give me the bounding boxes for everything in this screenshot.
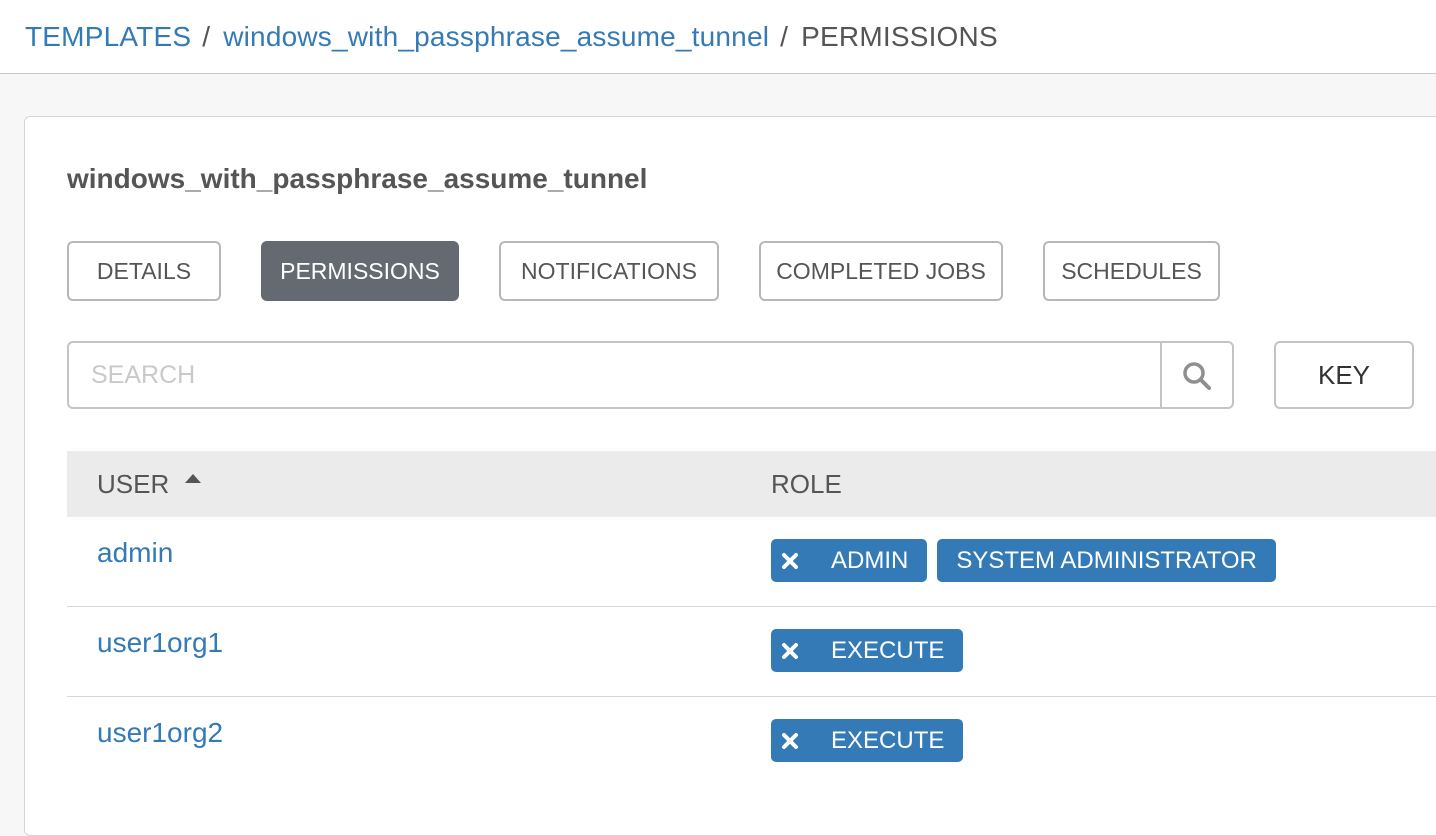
breadcrumb-templates-link[interactable]: TEMPLATES — [25, 21, 191, 52]
role-chip: SYSTEM ADMINISTRATOR — [937, 539, 1276, 582]
role-label: SYSTEM ADMINISTRATOR — [956, 546, 1257, 574]
breadcrumb-template-link[interactable]: windows_with_passphrase_assume_tunnel — [223, 21, 769, 52]
breadcrumb-current: PERMISSIONS — [801, 21, 998, 52]
breadcrumb: TEMPLATES / windows_with_passphrase_assume… — [25, 20, 998, 54]
remove-role-icon[interactable] — [781, 552, 799, 570]
top-bar: TEMPLATES / windows_with_passphrase_assume… — [0, 0, 1436, 74]
tab-schedules[interactable]: SCHEDULES — [1043, 241, 1220, 301]
panel-title: windows_with_passphrase_assume_tunnel — [67, 163, 648, 194]
user-link[interactable]: user1org2 — [97, 717, 223, 749]
role-list: EXECUTE — [771, 629, 964, 672]
key-button[interactable]: KEY — [1274, 341, 1414, 409]
breadcrumb-separator: / — [202, 21, 211, 52]
sort-ascending-icon — [185, 474, 202, 483]
search-input[interactable] — [91, 343, 1131, 407]
remove-role-icon[interactable] — [781, 732, 799, 750]
tab-completed-jobs[interactable]: COMPLETED JOBS — [759, 241, 1003, 301]
role-column-header: ROLE — [771, 469, 842, 499]
role-label: ADMIN — [831, 546, 909, 574]
tab-notifications[interactable]: NOTIFICATIONS — [499, 241, 719, 301]
role-label: EXECUTE — [831, 726, 945, 754]
search-icon — [1183, 362, 1211, 390]
role-chip: ADMIN — [771, 539, 928, 582]
search-button[interactable] — [1160, 343, 1232, 407]
user-column-label: USER — [97, 469, 170, 499]
table-row: user1org2 EXECUTE — [67, 697, 1436, 787]
table-header: USER ROLE — [67, 451, 1436, 517]
table-row: admin ADMIN SYSTEM ADMINISTRATOR — [67, 517, 1436, 607]
breadcrumb-separator: / — [780, 21, 789, 52]
role-chip: EXECUTE — [771, 629, 964, 672]
user-link[interactable]: admin — [97, 537, 173, 569]
user-link[interactable]: user1org1 — [97, 627, 223, 659]
role-label: EXECUTE — [831, 636, 945, 664]
template-panel: windows_with_passphrase_assume_tunnel DE… — [24, 116, 1436, 836]
user-column-header[interactable]: USER — [97, 451, 202, 517]
role-list: EXECUTE — [771, 719, 964, 762]
role-list: ADMIN SYSTEM ADMINISTRATOR — [771, 539, 1276, 582]
search-box — [67, 341, 1234, 409]
tab-details[interactable]: DETAILS — [67, 241, 221, 301]
table-row: user1org1 EXECUTE — [67, 607, 1436, 697]
role-chip: EXECUTE — [771, 719, 964, 762]
tab-permissions[interactable]: PERMISSIONS — [261, 241, 459, 301]
remove-role-icon[interactable] — [781, 642, 799, 660]
